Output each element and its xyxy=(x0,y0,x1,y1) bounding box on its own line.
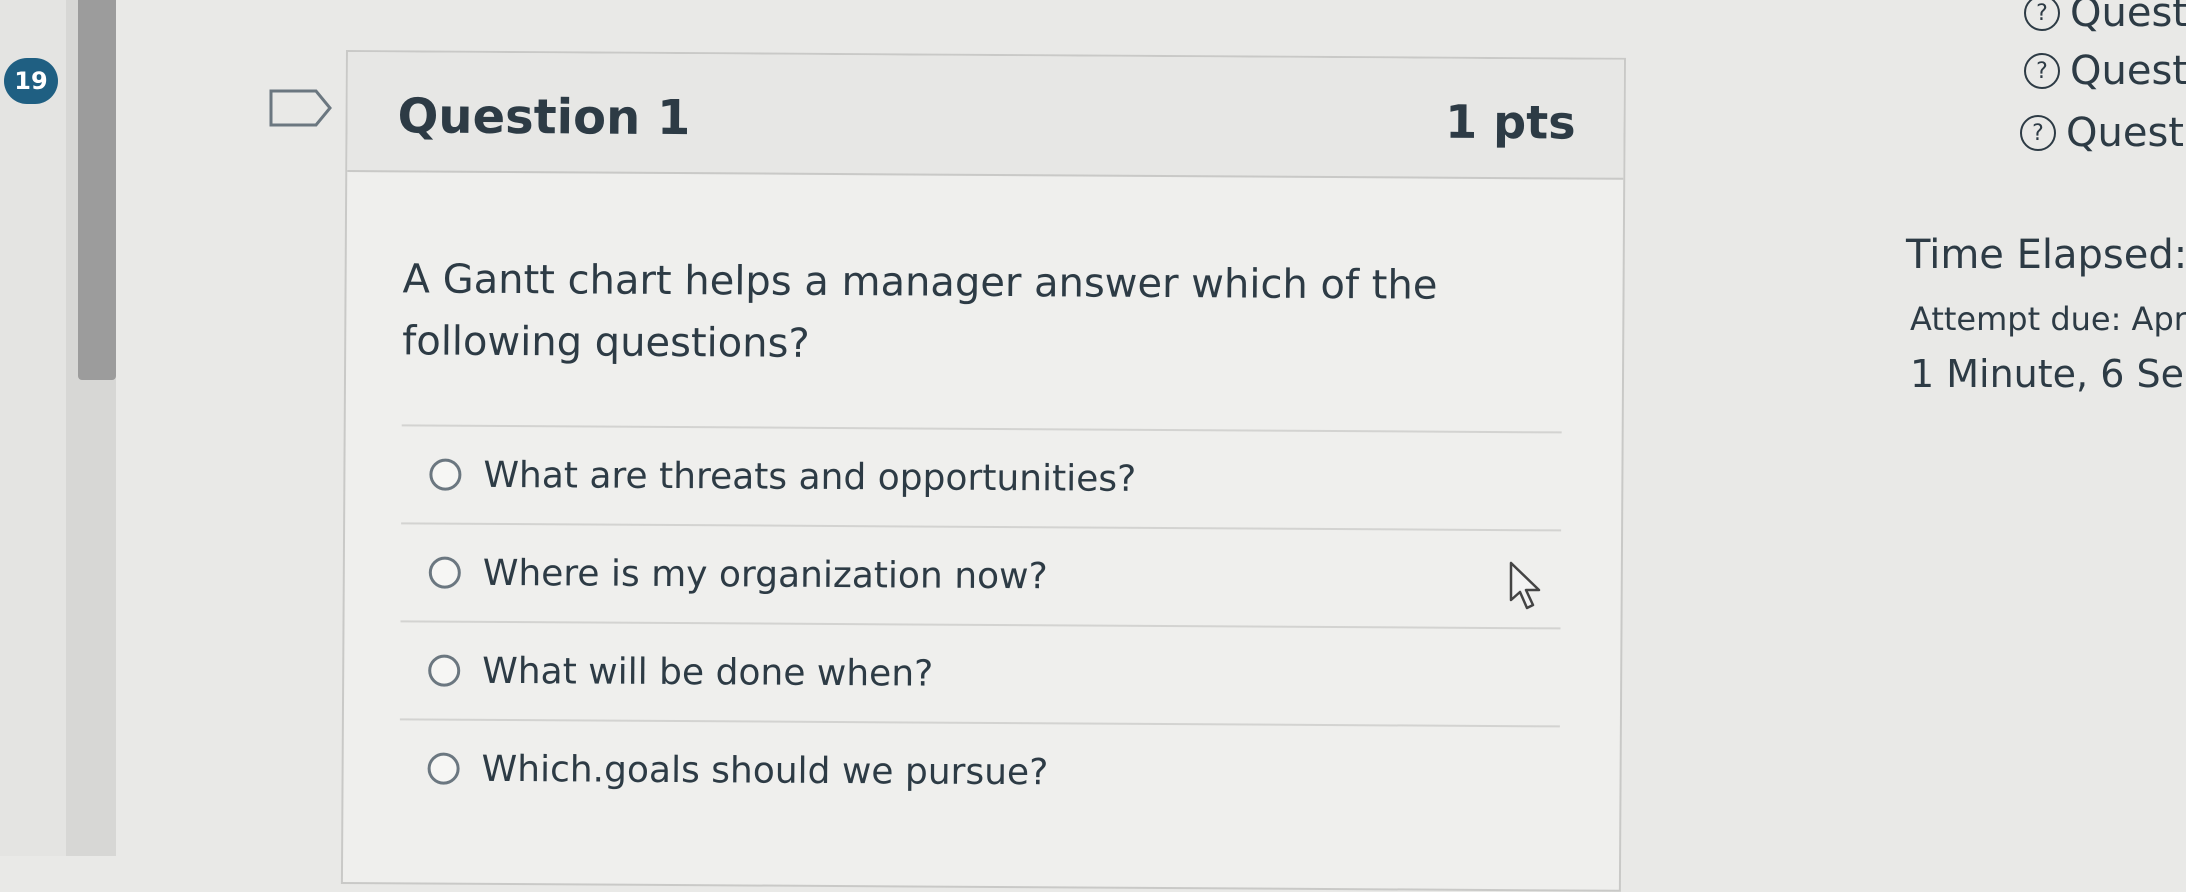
flag-icon[interactable] xyxy=(268,88,334,128)
radio-button[interactable] xyxy=(428,654,461,687)
sidebar-question-link[interactable]: ? Quest xyxy=(2024,48,2186,94)
answer-label[interactable]: Which.goals should we pursue? xyxy=(481,748,1048,792)
sidebar-question-label[interactable]: Quest xyxy=(2070,48,2186,94)
answer-label[interactable]: What are threats and opportunities? xyxy=(483,454,1136,499)
question-points: 1 pts xyxy=(1445,94,1576,150)
attempt-due-text: Attempt due: Apr 2 xyxy=(1910,300,2186,338)
radio-button[interactable] xyxy=(427,752,460,785)
question-text: A Gantt chart helps a manager answer whi… xyxy=(402,256,1438,367)
question-card: Question 1 1 pts A Gantt chart helps a m… xyxy=(340,50,1626,892)
sidebar-question-link[interactable]: ? Questi xyxy=(2020,110,2186,156)
answer-option[interactable]: Where is my organization now? xyxy=(400,522,1562,628)
elapsed-time-value: 1 Minute, 6 Sec xyxy=(1910,352,2186,396)
question-mark-icon: ? xyxy=(2020,115,2056,151)
question-count-badge: 19 xyxy=(4,58,58,104)
answer-option[interactable]: What are threats and opportunities? xyxy=(401,424,1562,530)
sidebar-question-label[interactable]: Quest xyxy=(2070,0,2186,36)
radio-button[interactable] xyxy=(429,458,462,491)
sidebar-question-link[interactable]: ? Quest xyxy=(2024,0,2186,36)
question-title: Question 1 xyxy=(397,88,691,147)
radio-button[interactable] xyxy=(428,556,461,589)
scrollbar-thumb[interactable] xyxy=(78,0,116,380)
cursor-icon xyxy=(1509,561,1541,610)
time-elapsed-label: Time Elapsed: xyxy=(1906,232,2186,278)
question-mark-icon: ? xyxy=(2024,53,2060,89)
question-mark-icon: ? xyxy=(2024,0,2060,31)
answer-list: What are threats and opportunities? Wher… xyxy=(399,424,1562,824)
answer-label[interactable]: What will be done when? xyxy=(482,650,933,694)
answer-label[interactable]: Where is my organization now? xyxy=(483,552,1048,596)
answer-option[interactable]: What will be done when? xyxy=(399,620,1561,726)
answer-option[interactable]: Which.goals should we pursue? xyxy=(399,718,1560,824)
question-header: Question 1 1 pts xyxy=(347,52,1624,180)
sidebar-question-label[interactable]: Questi xyxy=(2066,110,2186,156)
